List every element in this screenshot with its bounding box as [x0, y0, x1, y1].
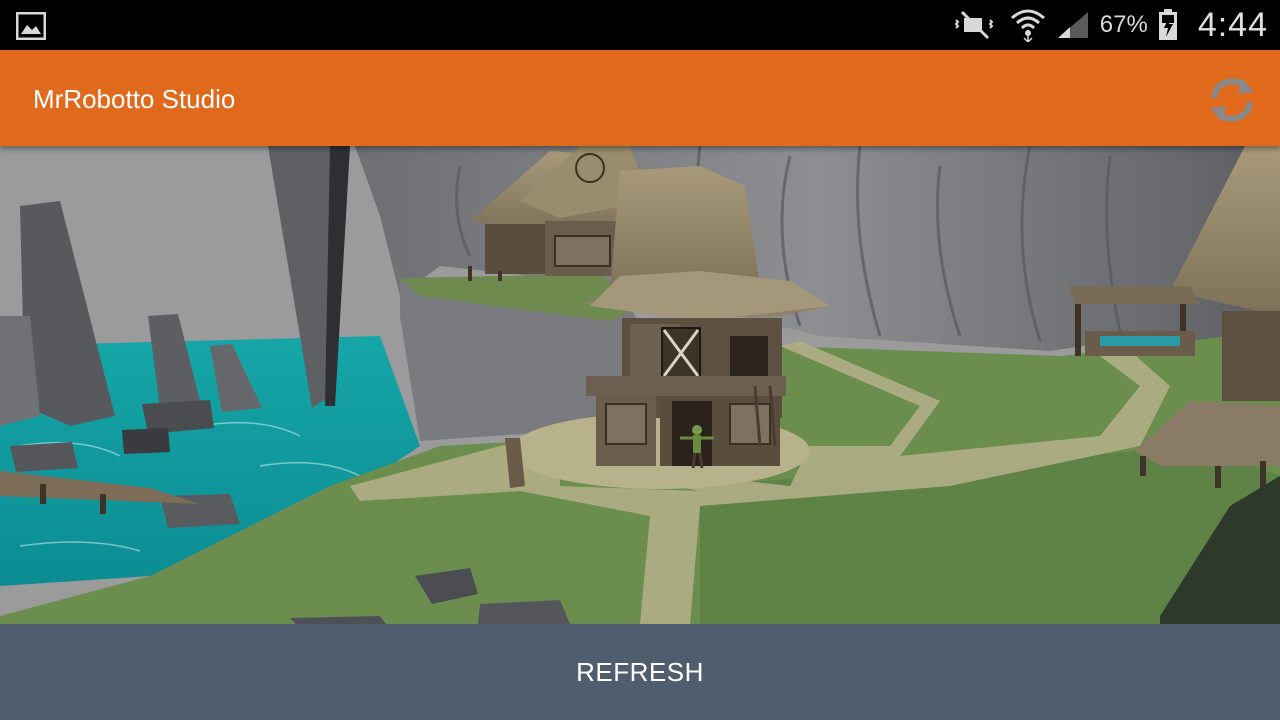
- sync-icon[interactable]: [1206, 74, 1258, 126]
- wifi-icon: [1010, 9, 1045, 42]
- action-bar: MrRobotto Studio: [0, 50, 1280, 146]
- status-bar: 67% 4:44: [0, 0, 1280, 50]
- app-title: MrRobotto Studio: [33, 84, 236, 114]
- battery-charging-icon: [1158, 9, 1177, 40]
- island-scene: [0, 146, 1280, 624]
- gallery-icon: [16, 12, 46, 40]
- 3d-scene-view[interactable]: [0, 146, 1280, 624]
- mute-icon: [954, 10, 994, 40]
- refresh-button[interactable]: REFRESH: [0, 624, 1280, 720]
- refresh-button-label: REFRESH: [576, 656, 704, 687]
- clock: 4:44: [1197, 5, 1268, 44]
- signal-icon: [1057, 12, 1088, 38]
- battery-percent: 67%: [1099, 11, 1148, 38]
- status-icons: 67% 4:44: [954, 0, 1268, 50]
